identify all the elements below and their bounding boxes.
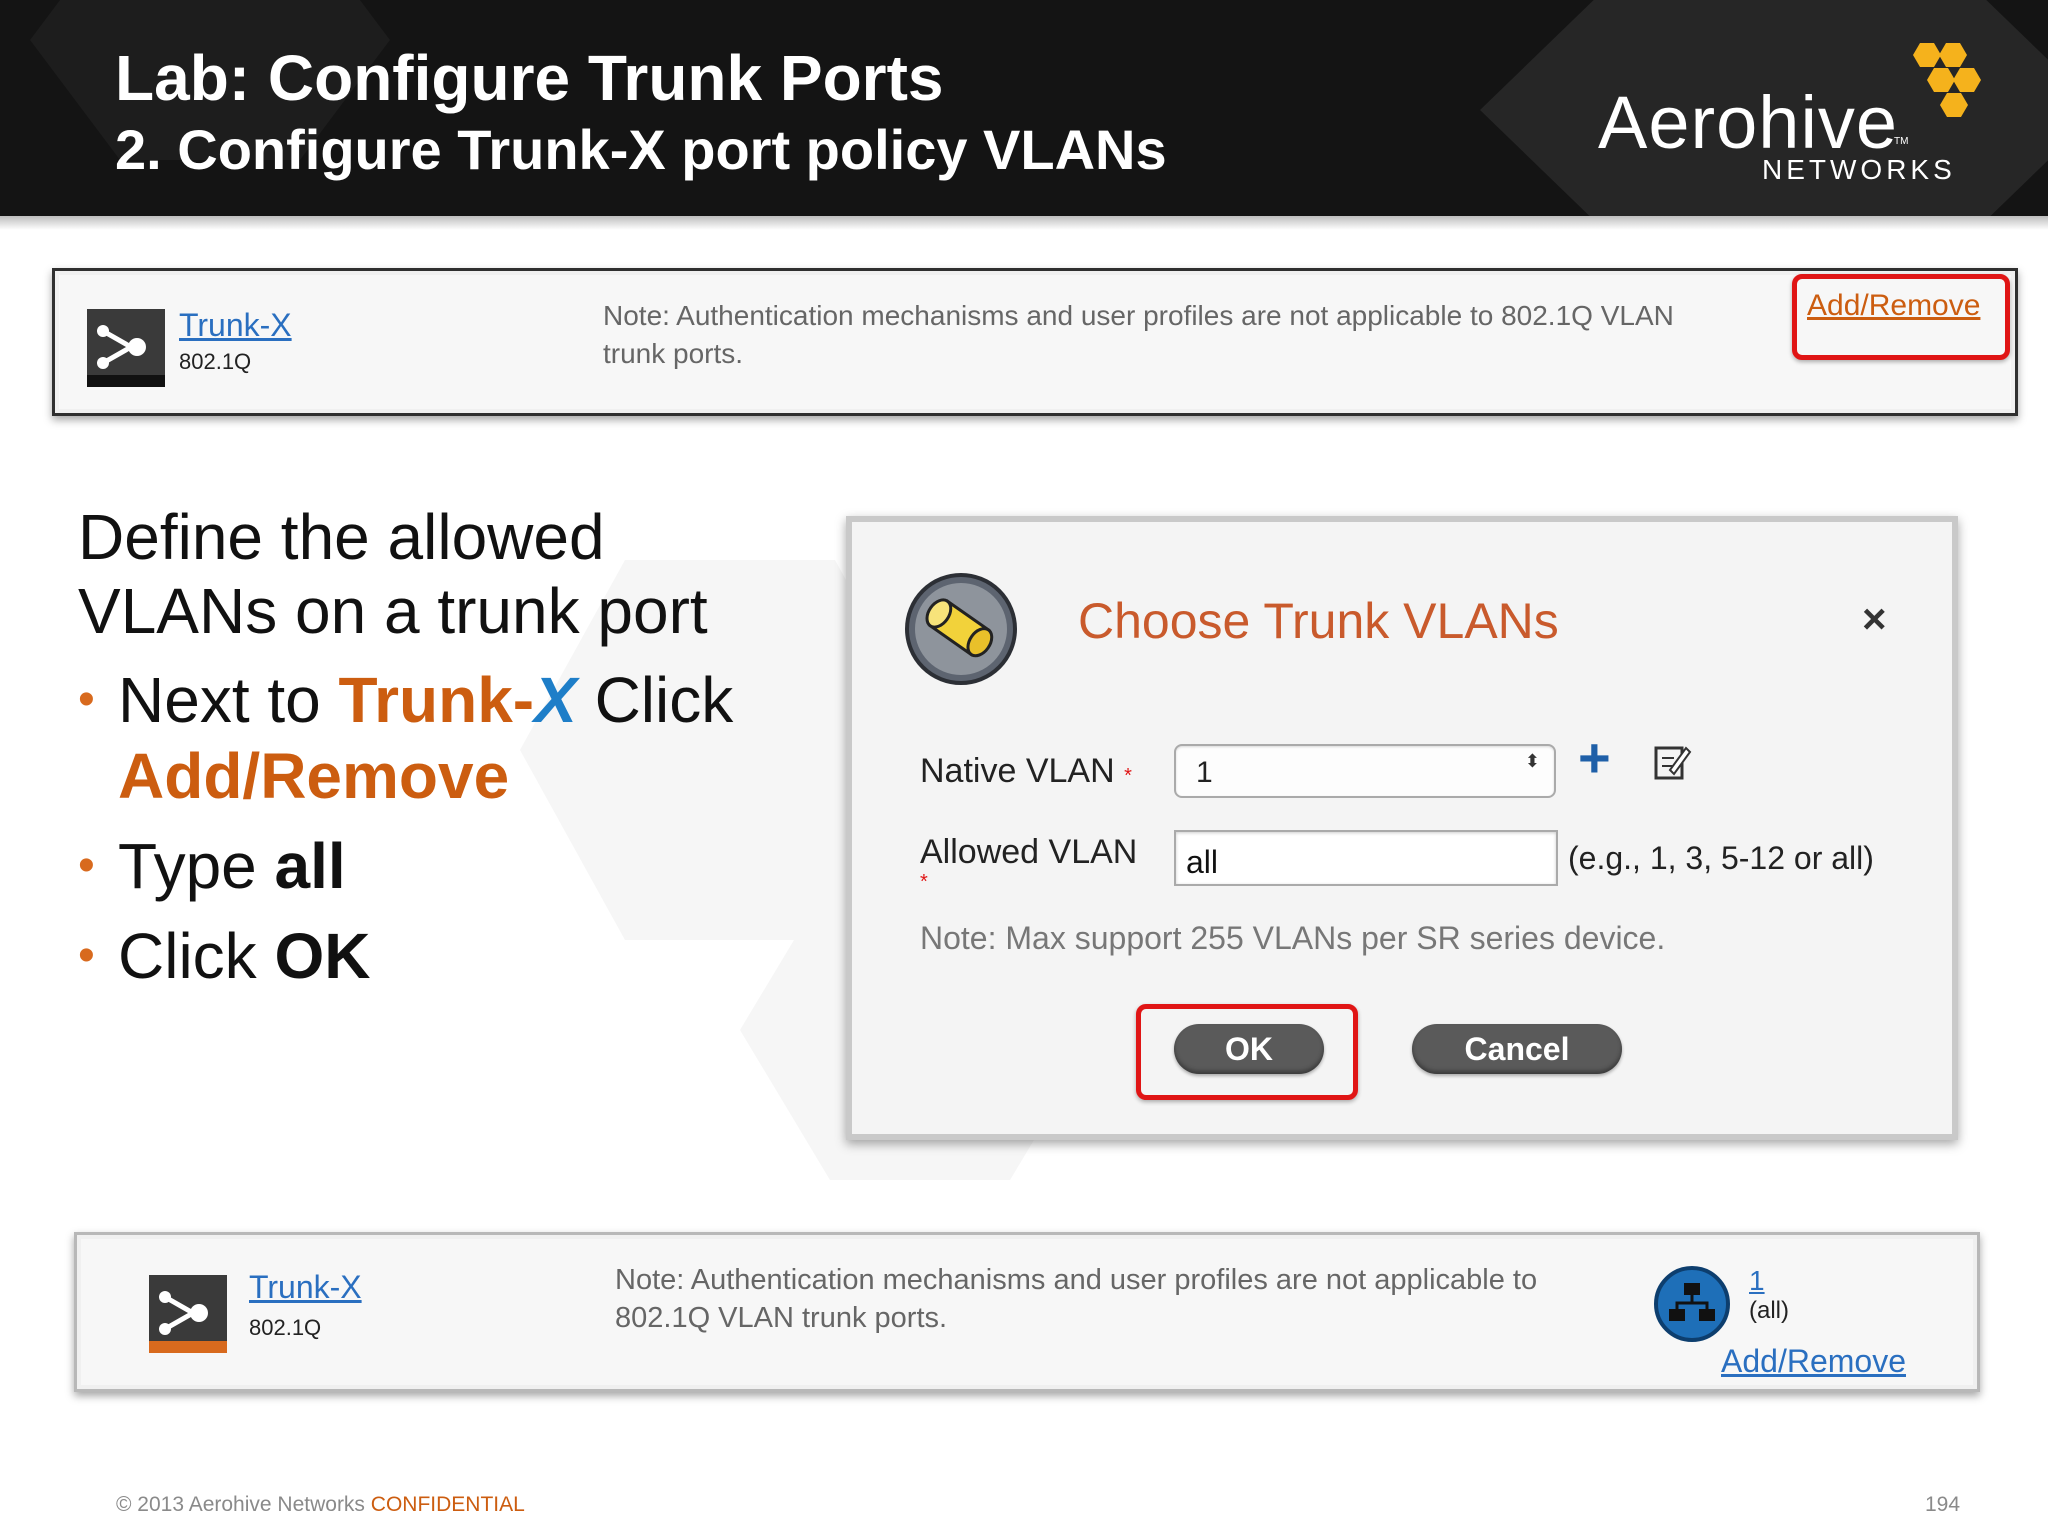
instruction-heading: VLANs on a trunk port — [78, 575, 708, 647]
port-type-label: 802.1Q — [249, 1315, 322, 1340]
honeycomb-logo-icon — [1913, 43, 1981, 117]
trunk-x-link[interactable]: Trunk-X — [179, 309, 292, 341]
trunk-port-icon — [149, 1275, 227, 1353]
cancel-button[interactable]: Cancel — [1412, 1024, 1622, 1074]
bullet-dot: • — [78, 673, 95, 726]
bullet-text: Click — [576, 664, 734, 736]
dialog-note: Note: Max support 255 VLANs per SR serie… — [920, 920, 1666, 956]
required-mark: * — [920, 871, 928, 893]
trunk-cylinder-icon — [905, 573, 1017, 685]
vlan-sub-label: (all) — [1749, 1297, 1789, 1324]
trunk-port-icon — [87, 309, 165, 387]
allowed-vlan-value: all — [1186, 844, 1219, 880]
trunk-x-link[interactable]: Trunk-X — [249, 1271, 362, 1303]
port-note-line: Note: Authentication mechanisms and user… — [603, 300, 1674, 331]
aerohive-logo: Aerohive TM NETWORKS — [1590, 38, 1990, 188]
footer-copyright: © 2013 Aerohive Networks CONFIDENTIAL — [116, 1494, 525, 1515]
panel-inner: Trunk-X 802.1Q Note: Authentication mech… — [59, 275, 2011, 409]
bullet-bold: all — [274, 830, 346, 902]
native-vlan-label-text: Native VLAN — [920, 752, 1115, 790]
port-note-line: trunk ports. — [603, 338, 744, 369]
port-note-line: 802.1Q VLAN trunk ports. — [615, 1302, 948, 1334]
edit-vlan-icon[interactable] — [1652, 742, 1692, 782]
vlan-network-icon — [1654, 1266, 1730, 1342]
add-remove-link[interactable]: Add/Remove — [1721, 1345, 1906, 1377]
dialog-title: Choose Trunk VLANs — [1078, 593, 1559, 649]
bullet-text: Next to — [118, 664, 339, 736]
header-shadow — [0, 216, 2048, 230]
port-note-line: Note: Authentication mechanisms and user… — [615, 1264, 1538, 1296]
logo-trademark: TM — [1894, 136, 1909, 147]
close-icon[interactable]: × — [1862, 598, 1887, 640]
bottom-port-panel: Trunk-X 802.1Q Note: Authentication mech… — [74, 1232, 1980, 1392]
page-number: 194 — [1925, 1493, 1961, 1516]
bullet-dot: • — [78, 839, 95, 892]
copyright-text: © 2013 Aerohive Networks — [116, 1493, 371, 1516]
add-vlan-icon[interactable]: + — [1578, 730, 1611, 786]
port-type-label: 802.1Q — [179, 349, 252, 374]
top-port-panel: Trunk-X 802.1Q Note: Authentication mech… — [52, 268, 2018, 416]
slide-subtitle: 2. Configure Trunk-X port policy VLANs — [115, 118, 1167, 181]
instructions: Define the allowed VLANs on a trunk port… — [78, 500, 798, 994]
port-note: Note: Authentication mechanisms and user… — [603, 297, 1783, 373]
slide-header: Lab: Configure Trunk Ports 2. Configure … — [0, 0, 2048, 216]
choose-trunk-vlans-dialog: Choose Trunk VLANs × Native VLAN * 1 ⬍ +… — [846, 516, 1958, 1140]
instruction-bullet: • Type all — [78, 828, 798, 904]
instruction-heading: Define the allowed — [78, 501, 605, 573]
logo-subtitle: NETWORKS — [1762, 154, 1956, 185]
native-vlan-label: Native VLAN * — [920, 754, 1132, 788]
bullet-bold: OK — [274, 920, 371, 992]
allowed-vlan-hint: (e.g., 1, 3, 5-12 or all) — [1568, 840, 1874, 876]
native-vlan-select[interactable]: 1 ⬍ — [1174, 744, 1556, 798]
bullet-dot: • — [78, 929, 95, 982]
allowed-vlan-input[interactable]: all — [1174, 830, 1558, 886]
slide-title: Lab: Configure Trunk Ports — [115, 42, 944, 114]
add-remove-highlight — [1792, 274, 2010, 360]
instruction-bullet: • Next to Trunk-X Click Add/Remove — [78, 662, 798, 814]
logo-wordmark: Aerohive — [1598, 81, 1899, 164]
bullet-highlight: Trunk- — [338, 664, 535, 736]
ok-button-highlight — [1136, 1004, 1358, 1100]
select-arrows-icon: ⬍ — [1524, 751, 1540, 771]
bullet-highlight: Add/Remove — [118, 740, 510, 812]
bullet-text: Type — [118, 830, 275, 902]
port-note: Note: Authentication mechanisms and user… — [615, 1261, 1695, 1337]
bullet-highlight-x: X — [534, 664, 577, 736]
vlan-link[interactable]: 1 — [1749, 1267, 1765, 1295]
required-mark: * — [1124, 765, 1132, 787]
allowed-vlan-label-text: Allowed VLAN — [920, 833, 1138, 871]
instruction-bullet: • Click OK — [78, 918, 798, 994]
bullet-text: Click — [118, 920, 275, 992]
confidential-label: CONFIDENTIAL — [370, 1493, 525, 1516]
panel-inner: Trunk-X 802.1Q Note: Authentication mech… — [81, 1239, 1973, 1385]
native-vlan-value: 1 — [1196, 756, 1213, 789]
allowed-vlan-label: Allowed VLAN * — [920, 832, 1137, 892]
